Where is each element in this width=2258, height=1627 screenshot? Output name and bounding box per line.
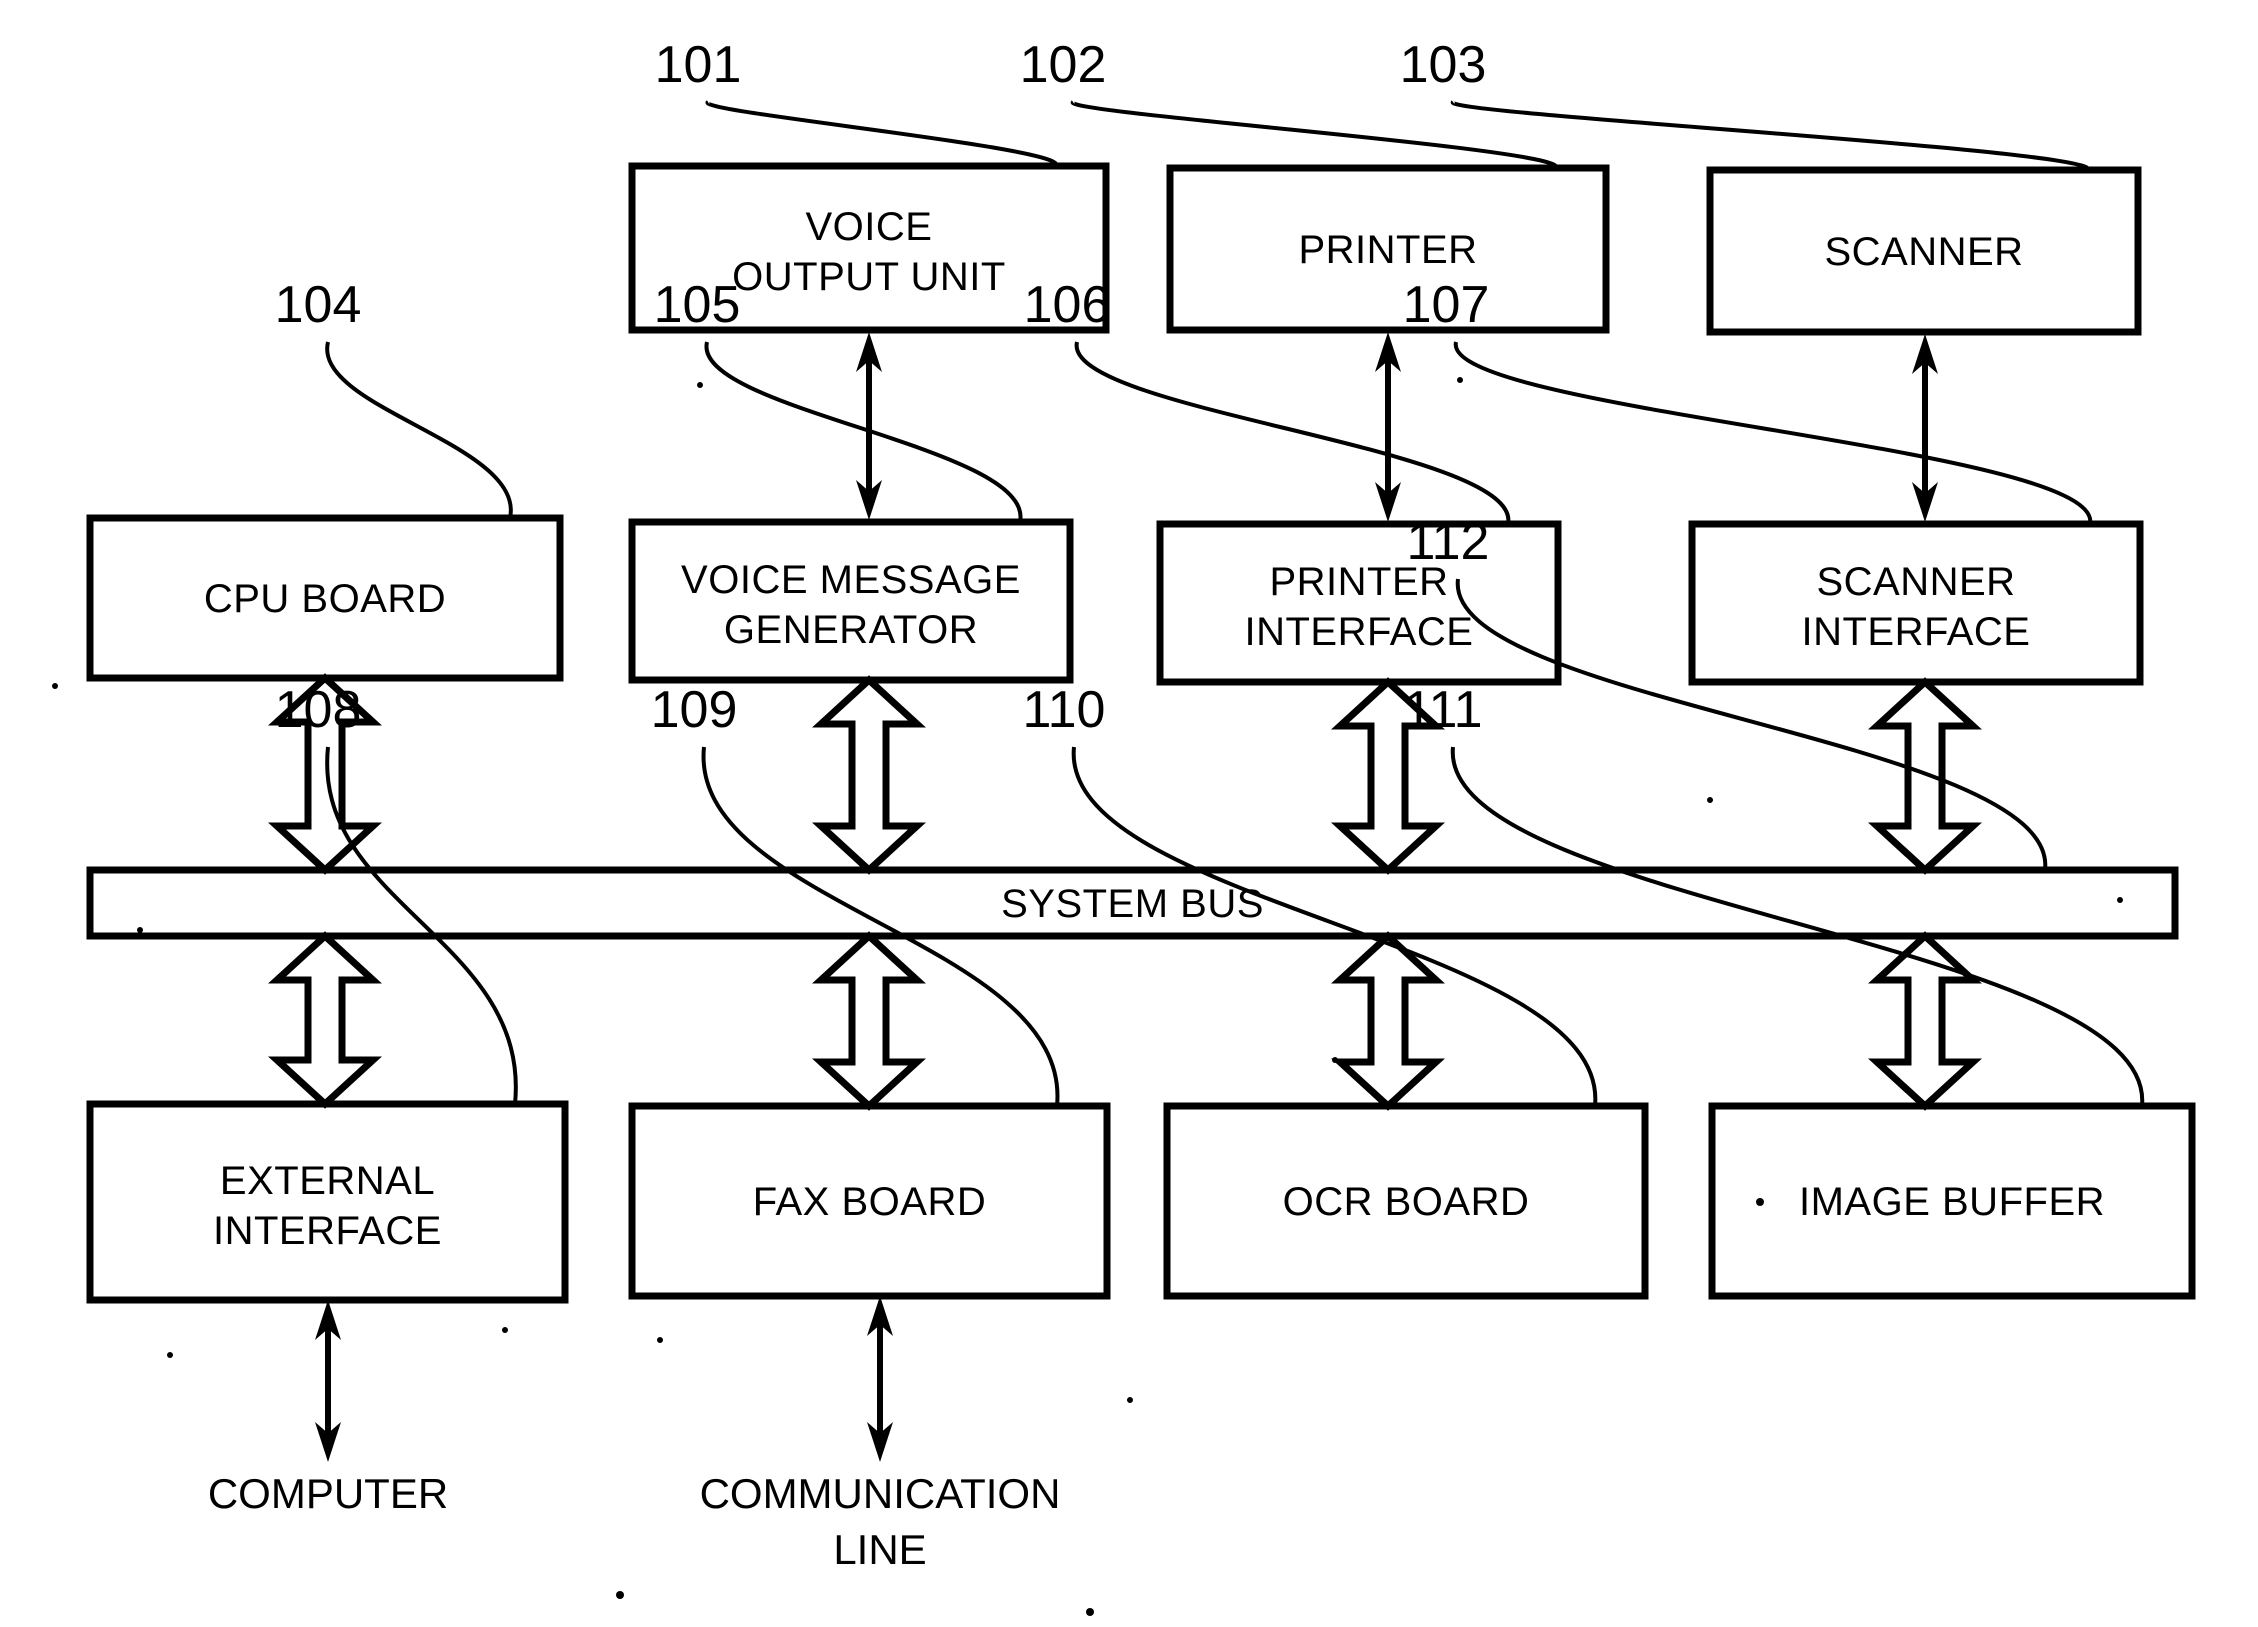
reference-numeral-text: 112 (1407, 513, 1490, 571)
block-fax-board: FAX BOARD (628, 1102, 1111, 1300)
block-label-line2: INTERFACE (1802, 610, 2031, 654)
conn-109-commline (867, 1296, 893, 1462)
block-cpu-board: CPU BOARD (86, 514, 564, 682)
reference-numeral-text: 108 (275, 681, 362, 739)
block-diagram: VOICE OUTPUT UNIT PRINTER SCANNER CPU BO… (52, 36, 2196, 1616)
block-image-buffer: IMAGE BUFFER (1708, 1102, 2196, 1300)
conn-bus-110 (1331, 931, 1445, 1111)
leader-line (1450, 100, 2091, 172)
hollow-double-arrow-icon (268, 931, 382, 1109)
block-voice-message-generator: VOICE MESSAGE GENERATOR (628, 518, 1074, 684)
conn-108-computer (315, 1300, 341, 1462)
reference-numeral-103: 103 (1400, 36, 2091, 172)
reference-numeral-text: 111 (1403, 681, 1482, 739)
leader-line (705, 100, 1059, 168)
reference-numeral-text: 102 (1020, 36, 1107, 94)
hollow-double-arrow-icon (1331, 931, 1445, 1111)
block-label-line2: OUTPUT UNIT (732, 255, 1006, 299)
external-label-line1: COMMUNICATION (700, 1470, 1061, 1517)
block-label-line1: OCR BOARD (1283, 1180, 1530, 1224)
block-printer-interface: PRINTER INTERFACE (1156, 520, 1562, 686)
external-label-computer: COMPUTER (208, 1470, 448, 1517)
hollow-double-arrow-icon (1868, 677, 1982, 875)
leader-line (1453, 341, 2093, 525)
block-label-line1: FAX BOARD (753, 1180, 986, 1224)
conn-105-bus (812, 675, 926, 875)
hollow-double-arrow-icon (812, 931, 926, 1111)
leader-line (1070, 100, 1559, 170)
leader-line (1074, 341, 1511, 525)
conn-bus-108 (268, 931, 382, 1109)
hollow-double-arrow-icon (812, 675, 926, 875)
external-label-communication-line: COMMUNICATION LINE (700, 1470, 1061, 1573)
external-label-line2: LINE (833, 1526, 926, 1573)
reference-numeral-text: 104 (275, 276, 362, 334)
reference-numeral-text: 105 (654, 276, 741, 334)
block-label-line1: VOICE MESSAGE (681, 558, 1021, 602)
reference-numeral-text: 109 (651, 681, 738, 739)
reference-numeral-text: 106 (1024, 276, 1111, 334)
block-label-line1: SCANNER (1816, 560, 2015, 604)
block-label-line1: EXTERNAL (220, 1159, 435, 1203)
reference-numeral-text: 101 (655, 36, 742, 94)
block-label-line2: INTERFACE (1245, 610, 1474, 654)
block-label-line2: INTERFACE (213, 1209, 442, 1253)
external-label-line1: COMPUTER (208, 1470, 448, 1517)
figure-canvas: VOICE OUTPUT UNIT PRINTER SCANNER CPU BO… (0, 0, 2258, 1627)
reference-numeral-104: 104 (275, 276, 513, 519)
conn-103-107 (1912, 334, 1938, 522)
conn-bus-109 (812, 931, 926, 1111)
block-label-line2: GENERATOR (724, 608, 978, 652)
block-ocr-board: OCR BOARD (1163, 1102, 1649, 1300)
reference-numeral-101: 101 (655, 36, 1059, 168)
block-label-line1: VOICE (806, 205, 933, 249)
conn-102-106 (1375, 332, 1401, 522)
block-printer: PRINTER (1166, 164, 1610, 334)
system-bus-label: SYSTEM BUS (1001, 882, 1264, 926)
block-label-line1: PRINTER (1298, 228, 1477, 272)
block-scanner: SCANNER (1706, 166, 2142, 336)
block-external-interface: EXTERNAL INTERFACE (86, 1100, 569, 1304)
block-label-line1: IMAGE BUFFER (1799, 1180, 2105, 1224)
reference-numeral-text: 107 (1403, 276, 1490, 334)
conn-107-bus (1868, 677, 1982, 875)
reference-numeral-text: 103 (1400, 36, 1487, 94)
block-label-line1: SCANNER (1824, 230, 2023, 274)
block-scanner-interface: SCANNER INTERFACE (1688, 520, 2144, 686)
reference-numeral-text: 110 (1023, 681, 1106, 739)
leader-line (325, 341, 513, 519)
block-label-line1: CPU BOARD (204, 577, 446, 621)
